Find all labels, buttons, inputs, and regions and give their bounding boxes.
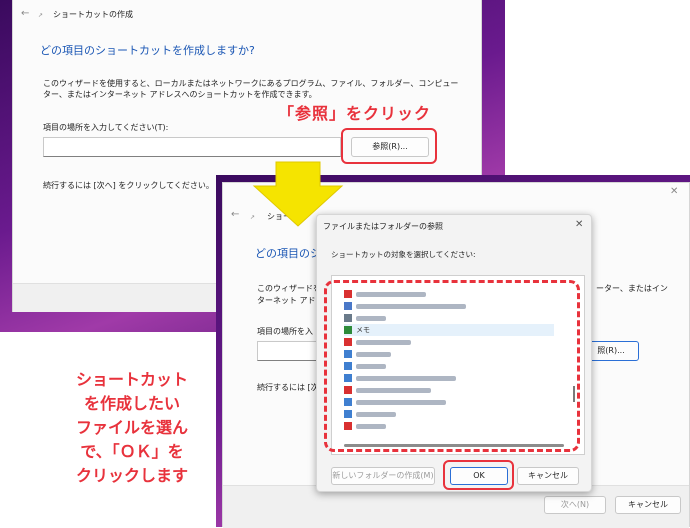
location-field-label: 項目の場所を入 <box>257 327 313 336</box>
instruction-callout: ショートカット を作成したい ファイルを選ん で、「ＯＫ」を クリックします <box>75 370 188 485</box>
wizard-heading: どの項目のショートカットを作成しますか? <box>40 44 255 57</box>
ok-button-highlight <box>443 460 514 490</box>
yellow-arrow <box>252 161 344 227</box>
location-input[interactable] <box>43 137 341 157</box>
shortcut-wizard-icon: ↗ <box>38 12 44 19</box>
back-arrow-icon[interactable]: ← <box>21 8 29 19</box>
file-list-highlight <box>324 280 580 452</box>
location-field-label: 項目の場所を入力してください(T): <box>43 123 169 132</box>
browse-button-highlight <box>341 128 437 164</box>
next-button[interactable]: 次へ(N) <box>544 496 606 514</box>
continue-note: 続行するには [次へ] をクリックしてください。 <box>43 181 214 190</box>
close-icon[interactable]: ✕ <box>670 186 678 197</box>
back-arrow-icon[interactable]: ← <box>231 209 239 220</box>
continue-note: 続行するには [次 <box>257 383 319 392</box>
wizard-heading: どの項目のシ <box>255 247 321 260</box>
wizard-description-right: ーター、またはイン <box>596 284 668 293</box>
dialog-instruction: ショートカットの対象を選択してください: <box>331 250 476 259</box>
dialog-cancel-button[interactable]: キャンセル <box>517 467 579 485</box>
cancel-button[interactable]: キャンセル <box>615 496 681 514</box>
browse-callout: 「参照」をクリック <box>278 104 432 123</box>
wizard-description: このウィザードを使用すると、ローカルまたはネットワークにあるプログラム、ファイル… <box>43 79 459 99</box>
new-folder-button[interactable]: 新しいフォルダーの作成(M) <box>331 467 435 485</box>
dialog-close-icon[interactable]: ✕ <box>575 219 583 230</box>
window-title: ショートカットの作成 <box>53 10 133 19</box>
